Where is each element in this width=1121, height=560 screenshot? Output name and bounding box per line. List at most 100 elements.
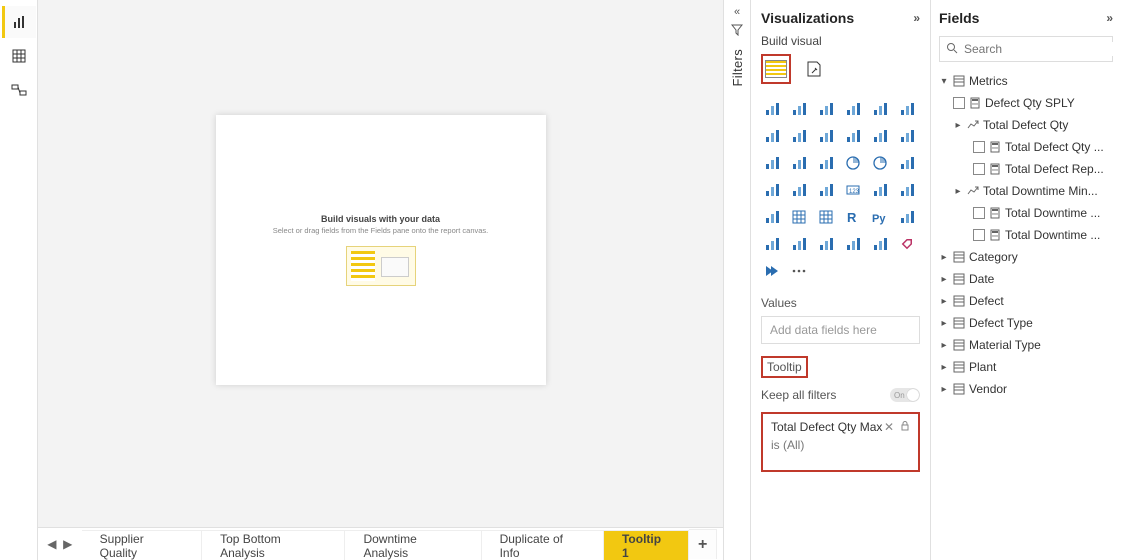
viz-area-icon[interactable] (788, 125, 810, 147)
values-label: Values (761, 296, 920, 310)
viz-line-stacked-icon[interactable] (842, 125, 864, 147)
metrics-table[interactable]: Metrics (939, 70, 1113, 92)
tab-next-icon[interactable]: ▶ (60, 534, 76, 554)
checkbox[interactable] (973, 207, 985, 219)
fields-search-input[interactable] (964, 42, 1119, 56)
filter-card-sub: is (All) (771, 438, 910, 452)
fields-tree: MetricsDefect Qty SPLYTotal Defect QtyTo… (939, 70, 1113, 400)
table-icon (953, 75, 965, 87)
values-dropwell[interactable]: Add data fields here (761, 316, 920, 344)
viz-slicer-icon[interactable] (761, 206, 783, 228)
fields-collapse-icon[interactable]: » (1106, 11, 1113, 25)
table-defect-type[interactable]: Defect Type (939, 312, 1113, 334)
table-vendor[interactable]: Vendor (939, 378, 1113, 400)
viz-column-line-icon[interactable] (761, 152, 783, 174)
viz-clustered-bar-icon[interactable] (788, 98, 810, 120)
viz-stacked-bar-icon[interactable] (761, 98, 783, 120)
toggle-text: On (894, 391, 905, 400)
viz-clustered-column-100-icon[interactable] (896, 98, 918, 120)
canvas-inner[interactable]: Build visuals with your data Select or d… (38, 0, 723, 527)
tooltip-filter-card[interactable]: Total Defect Qty Max ✕ is (All) (761, 412, 920, 472)
viz-stacked-column-icon[interactable] (815, 98, 837, 120)
viz-clustered-column-icon[interactable] (842, 98, 864, 120)
report-page[interactable]: Build visuals with your data Select or d… (216, 115, 546, 385)
viz-more-icon[interactable] (788, 260, 810, 282)
field-total-defect-rep[interactable]: Total Defect Rep... (939, 158, 1113, 180)
table-icon (953, 295, 965, 307)
checkbox[interactable] (953, 97, 965, 109)
field-defect-qty-sply[interactable]: Defect Qty SPLY (939, 92, 1113, 114)
viz-get-visuals-icon[interactable] (896, 233, 918, 255)
viz-key-influencers-icon[interactable] (896, 206, 918, 228)
viz-power-automate-icon[interactable] (761, 260, 783, 282)
table-defect[interactable]: Defect (939, 290, 1113, 312)
field-total-downtime-sub1[interactable]: Total Downtime ... (939, 202, 1113, 224)
trend-icon (967, 185, 979, 197)
field-total-defect-qty-sub1[interactable]: Total Defect Qty ... (939, 136, 1113, 158)
viz-funnel-icon[interactable] (788, 152, 810, 174)
nav-data-icon[interactable] (2, 40, 36, 72)
table-icon (953, 251, 965, 263)
nav-model-icon[interactable] (2, 74, 36, 106)
viz-scatter-icon[interactable] (815, 152, 837, 174)
field-total-downtime-min[interactable]: Total Downtime Min... (939, 180, 1113, 202)
table-plant[interactable]: Plant (939, 356, 1113, 378)
tab-add-button[interactable]: + (689, 529, 717, 559)
viz-smart-narrative-icon[interactable] (869, 233, 891, 255)
viz-qna-icon[interactable] (788, 233, 810, 255)
table-category[interactable]: Category (939, 246, 1113, 268)
viz-multi-row-icon[interactable] (869, 179, 891, 201)
viz-donut-icon[interactable] (869, 152, 891, 174)
page-tab[interactable]: Downtime Analysis (345, 530, 481, 560)
table-material-type[interactable]: Material Type (939, 334, 1113, 356)
nav-report-icon[interactable] (2, 6, 36, 38)
field-total-defect-qty[interactable]: Total Defect Qty (939, 114, 1113, 136)
viz-kpi-icon[interactable] (896, 179, 918, 201)
values-placeholder: Add data fields here (770, 323, 877, 337)
page-tab[interactable]: Duplicate of Info (482, 530, 604, 560)
filters-expand-icon[interactable]: « (734, 6, 740, 18)
filter-remove-icon[interactable]: ✕ (884, 420, 894, 434)
calculator-icon (989, 229, 1001, 241)
keep-filters-toggle[interactable]: On (890, 388, 920, 402)
viz-gauge-icon[interactable] (815, 179, 837, 201)
search-icon (946, 42, 958, 57)
viz-filled-map-icon[interactable] (788, 179, 810, 201)
canvas-area: Build visuals with your data Select or d… (38, 0, 723, 560)
field-total-downtime-sub2[interactable]: Total Downtime ... (939, 224, 1113, 246)
viz-decomposition-icon[interactable] (761, 233, 783, 255)
checkbox[interactable] (973, 163, 985, 175)
viz-ribbon-icon[interactable] (869, 125, 891, 147)
viz-py-visual-icon[interactable]: Py (869, 206, 891, 228)
page-tab[interactable]: Tooltip 1 (604, 530, 689, 560)
filters-label[interactable]: Filters (730, 49, 745, 87)
page-tab[interactable]: Top Bottom Analysis (202, 530, 345, 560)
build-visual-mode-button[interactable] (761, 54, 791, 84)
keep-filters-label: Keep all filters (761, 388, 836, 402)
svg-text:R: R (847, 210, 857, 225)
format-visual-mode-button[interactable] (799, 54, 829, 84)
table-date[interactable]: Date (939, 268, 1113, 290)
fields-search[interactable] (939, 36, 1113, 62)
viz-stacked-area-icon[interactable] (815, 125, 837, 147)
viz-r-visual-icon[interactable]: R (842, 206, 864, 228)
checkbox[interactable] (973, 141, 985, 153)
tab-prev-icon[interactable]: ◀ (44, 534, 60, 554)
checkbox[interactable] (973, 229, 985, 241)
viz-paginated-icon[interactable] (815, 233, 837, 255)
viz-treemap-icon[interactable] (896, 152, 918, 174)
viz-line-icon[interactable] (761, 125, 783, 147)
viz-card-icon[interactable]: 123 (842, 179, 864, 201)
viz-pie-icon[interactable] (842, 152, 864, 174)
calculator-icon (969, 97, 981, 109)
viz-metrics-icon[interactable] (842, 233, 864, 255)
viz-table-icon[interactable] (788, 206, 810, 228)
viz-collapse-icon[interactable]: » (913, 11, 920, 25)
viz-matrix-icon[interactable] (815, 206, 837, 228)
filter-lock-icon[interactable] (900, 420, 910, 434)
fields-pane: Fields » MetricsDefect Qty SPLYTotal Def… (931, 0, 1121, 560)
viz-map-icon[interactable] (761, 179, 783, 201)
viz-stacked-bar-100-icon[interactable] (869, 98, 891, 120)
page-tab[interactable]: Supplier Quality (82, 530, 202, 560)
viz-waterfall-icon[interactable] (896, 125, 918, 147)
